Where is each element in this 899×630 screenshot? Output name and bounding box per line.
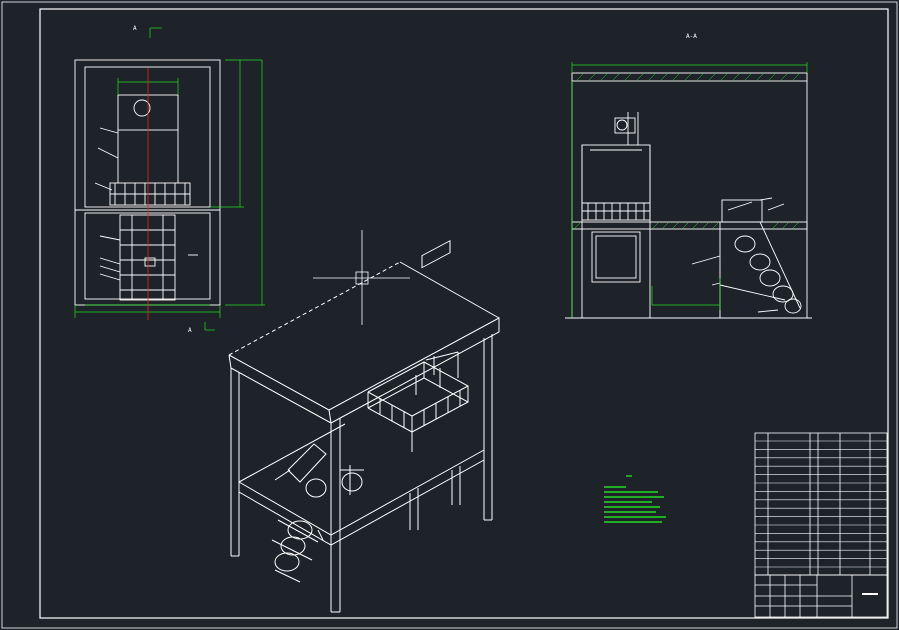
top-view-dimensions (74, 27, 265, 331)
side-view-hatching (573, 72, 801, 230)
ucs-crosshair (313, 230, 410, 325)
title-block (754, 574, 888, 618)
top-view-section-marker: A (133, 25, 137, 32)
inner-drawing-frame (39, 8, 889, 619)
cad-drawing-canvas (1, 1, 898, 629)
technical-notes (604, 475, 666, 523)
isometric-view (228, 239, 500, 613)
outer-sheet-border (1, 1, 898, 629)
bottom-section-marker: A (188, 327, 192, 334)
side-view (565, 72, 812, 319)
side-view-title: A-A (686, 33, 697, 40)
side-view-dimensions (571, 62, 808, 318)
top-view (74, 59, 221, 306)
bill-of-materials-table (754, 432, 888, 576)
bom-row-lines (755, 440, 887, 568)
